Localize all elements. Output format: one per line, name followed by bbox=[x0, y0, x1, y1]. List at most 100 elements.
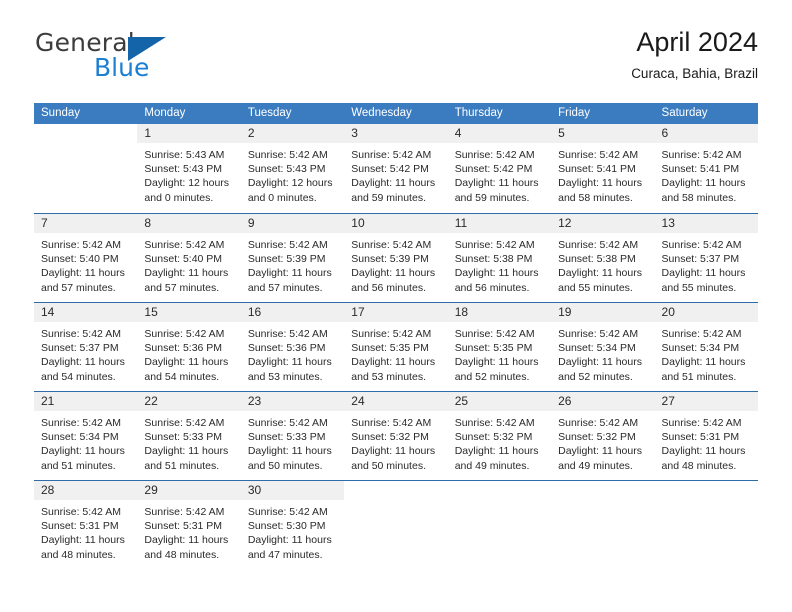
sunset-text: Sunset: 5:39 PM bbox=[351, 253, 429, 266]
day-cell[interactable]: 29 Sunrise: 5:42 AM Sunset: 5:31 PM Dayligh… bbox=[137, 481, 241, 569]
daylight-text: Daylight: 11 hours bbox=[144, 356, 229, 369]
logo-text-general: General bbox=[35, 28, 135, 57]
daylight-text: Daylight: 11 hours bbox=[454, 356, 539, 369]
daylight-text: Daylight: 11 hours bbox=[351, 445, 436, 458]
daylight-text: Daylight: 11 hours bbox=[41, 445, 125, 458]
sunset-text: Sunset: 5:40 PM bbox=[41, 253, 119, 266]
day-cell[interactable]: 28 Sunrise: 5:42 AM Sunset: 5:31 PM Dayligh… bbox=[34, 481, 138, 569]
day-number-band: 25 bbox=[447, 392, 552, 411]
sunset-text: Sunset: 5:36 PM bbox=[144, 342, 223, 355]
day-number-band: 11 bbox=[447, 214, 552, 233]
sunset-text: Sunset: 5:31 PM bbox=[41, 520, 119, 533]
day-number-band bbox=[551, 481, 654, 500]
day-number: 10 bbox=[351, 216, 365, 230]
day-details: Sunrise: 5:42 AM Sunset: 5:34 PM Daylight:… bbox=[551, 322, 654, 384]
daylight-text: Daylight: 11 hours bbox=[351, 356, 436, 369]
day-cell[interactable]: 15 Sunrise: 5:42 AM Sunset: 5:36 PM Dayligh… bbox=[137, 303, 241, 391]
sunrise-text: Sunrise: 5:42 AM bbox=[247, 149, 328, 161]
day-cell[interactable]: 24 Sunrise: 5:42 AM Sunset: 5:32 PM Dayligh… bbox=[344, 392, 448, 480]
day-details: Sunrise: 5:42 AM Sunset: 5:31 PM Daylight:… bbox=[655, 411, 758, 473]
daylight-minutes-text: and 58 minutes. bbox=[558, 191, 633, 204]
daylight-text: Daylight: 11 hours bbox=[247, 445, 332, 458]
day-cell[interactable]: 4 Sunrise: 5:42 AM Sunset: 5:42 PM Daylight… bbox=[447, 124, 552, 213]
general-blue-logo[interactable]: General Blue bbox=[34, 28, 264, 90]
day-number-band: 9 bbox=[240, 214, 345, 233]
daylight-text: Daylight: 11 hours bbox=[247, 267, 332, 280]
day-cell[interactable]: 17 Sunrise: 5:42 AM Sunset: 5:35 PM Dayligh… bbox=[344, 303, 448, 391]
day-cell[interactable]: 9 Sunrise: 5:42 AM Sunset: 5:39 PM Daylight… bbox=[240, 214, 345, 302]
day-number-band: 7 bbox=[34, 214, 138, 233]
day-details: Sunrise: 5:42 AM Sunset: 5:32 PM Daylight:… bbox=[551, 411, 654, 473]
day-number-band bbox=[448, 481, 551, 500]
day-cell[interactable]: 20 Sunrise: 5:42 AM Sunset: 5:34 PM Dayligh… bbox=[654, 303, 758, 391]
daylight-text: Daylight: 12 hours bbox=[144, 177, 230, 190]
day-cell[interactable]: 14 Sunrise: 5:42 AM Sunset: 5:37 PM Dayligh… bbox=[34, 303, 138, 391]
day-cell[interactable]: 6 Sunrise: 5:42 AM Sunset: 5:41 PM Daylight… bbox=[654, 124, 758, 213]
sunrise-text: Sunrise: 5:42 AM bbox=[247, 506, 328, 518]
day-cell[interactable]: 26 Sunrise: 5:42 AM Sunset: 5:32 PM Dayligh… bbox=[551, 392, 655, 480]
day-cell[interactable]: 2 Sunrise: 5:42 AM Sunset: 5:43 PM Daylight… bbox=[240, 124, 345, 213]
day-cell[interactable]: 7 Sunrise: 5:42 AM Sunset: 5:40 PM Daylight… bbox=[34, 214, 138, 302]
day-cell[interactable]: 21 Sunrise: 5:42 AM Sunset: 5:34 PM Dayligh… bbox=[34, 392, 138, 480]
sunrise-text: Sunrise: 5:42 AM bbox=[454, 149, 535, 161]
day-details bbox=[344, 500, 447, 505]
day-number-band: 24 bbox=[344, 392, 448, 411]
sunrise-text: Sunrise: 5:42 AM bbox=[558, 149, 639, 161]
day-cell[interactable]: 19 Sunrise: 5:42 AM Sunset: 5:34 PM Dayligh… bbox=[551, 303, 655, 391]
day-cell[interactable]: 22 Sunrise: 5:42 AM Sunset: 5:33 PM Dayligh… bbox=[137, 392, 241, 480]
day-details: Sunrise: 5:42 AM Sunset: 5:37 PM Daylight:… bbox=[34, 322, 137, 384]
sunrise-text: Sunrise: 5:42 AM bbox=[661, 328, 742, 340]
sunset-text: Sunset: 5:32 PM bbox=[558, 431, 636, 444]
day-cell[interactable]: 12 Sunrise: 5:42 AM Sunset: 5:38 PM Dayligh… bbox=[551, 214, 655, 302]
day-cell[interactable]: 1 Sunrise: 5:43 AM Sunset: 5:43 PM Daylight… bbox=[137, 124, 241, 213]
daylight-minutes-text: and 49 minutes. bbox=[558, 459, 633, 472]
day-details: Sunrise: 5:42 AM Sunset: 5:36 PM Daylight:… bbox=[137, 322, 240, 384]
daylight-text: Daylight: 11 hours bbox=[558, 445, 642, 458]
day-number: 3 bbox=[351, 126, 358, 140]
day-cell-empty bbox=[551, 481, 654, 569]
sunset-text: Sunset: 5:36 PM bbox=[247, 342, 326, 355]
sunrise-text: Sunrise: 5:42 AM bbox=[351, 328, 432, 340]
day-cell[interactable]: 3 Sunrise: 5:42 AM Sunset: 5:42 PM Daylight… bbox=[344, 124, 448, 213]
sunset-text: Sunset: 5:33 PM bbox=[247, 431, 326, 444]
day-number-band: 21 bbox=[34, 392, 138, 411]
day-cell[interactable]: 27 Sunrise: 5:42 AM Sunset: 5:31 PM Dayligh… bbox=[654, 392, 758, 480]
day-cell[interactable]: 10 Sunrise: 5:42 AM Sunset: 5:39 PM Dayligh… bbox=[344, 214, 448, 302]
day-details: Sunrise: 5:42 AM Sunset: 5:35 PM Daylight:… bbox=[344, 322, 447, 384]
daylight-minutes-text: and 47 minutes. bbox=[247, 548, 323, 561]
day-cell[interactable]: 16 Sunrise: 5:42 AM Sunset: 5:36 PM Dayligh… bbox=[240, 303, 345, 391]
sunset-text: Sunset: 5:35 PM bbox=[351, 342, 429, 355]
day-cell[interactable]: 11 Sunrise: 5:42 AM Sunset: 5:38 PM Dayligh… bbox=[447, 214, 552, 302]
day-number-band: 28 bbox=[34, 481, 138, 500]
day-details: Sunrise: 5:42 AM Sunset: 5:37 PM Daylight:… bbox=[655, 233, 758, 295]
calendar-week-row: 7 Sunrise: 5:42 AM Sunset: 5:40 PM Daylight… bbox=[34, 213, 758, 302]
day-details: Sunrise: 5:42 AM Sunset: 5:39 PM Daylight:… bbox=[344, 233, 447, 295]
daylight-text: Daylight: 11 hours bbox=[351, 267, 436, 280]
daylight-minutes-text: and 53 minutes. bbox=[351, 370, 426, 383]
daylight-text: Daylight: 11 hours bbox=[454, 177, 539, 190]
day-cell[interactable]: 30 Sunrise: 5:42 AM Sunset: 5:30 PM Dayligh… bbox=[240, 481, 345, 569]
day-details: Sunrise: 5:42 AM Sunset: 5:42 PM Daylight:… bbox=[344, 143, 447, 205]
day-number: 22 bbox=[144, 394, 158, 408]
daylight-text: Daylight: 11 hours bbox=[454, 445, 539, 458]
sunset-text: Sunset: 5:35 PM bbox=[454, 342, 533, 355]
day-number: 24 bbox=[351, 394, 365, 408]
day-number-band: 15 bbox=[137, 303, 241, 322]
sunrise-text: Sunrise: 5:42 AM bbox=[41, 506, 121, 518]
daylight-minutes-text: and 49 minutes. bbox=[454, 459, 530, 472]
day-cell[interactable]: 8 Sunrise: 5:42 AM Sunset: 5:40 PM Daylight… bbox=[137, 214, 241, 302]
day-number-band: 8 bbox=[137, 214, 241, 233]
day-cell[interactable]: 5 Sunrise: 5:42 AM Sunset: 5:41 PM Daylight… bbox=[551, 124, 655, 213]
day-cell[interactable]: 23 Sunrise: 5:42 AM Sunset: 5:33 PM Dayligh… bbox=[240, 392, 345, 480]
sunrise-text: Sunrise: 5:42 AM bbox=[144, 239, 225, 251]
sunset-text: Sunset: 5:34 PM bbox=[558, 342, 636, 355]
day-cell[interactable]: 18 Sunrise: 5:42 AM Sunset: 5:35 PM Dayligh… bbox=[447, 303, 552, 391]
day-cell[interactable]: 25 Sunrise: 5:42 AM Sunset: 5:32 PM Dayligh… bbox=[447, 392, 552, 480]
sunset-text: Sunset: 5:31 PM bbox=[661, 431, 740, 444]
day-details bbox=[448, 500, 551, 505]
day-cell[interactable]: 13 Sunrise: 5:42 AM Sunset: 5:37 PM Dayligh… bbox=[654, 214, 758, 302]
daylight-text: Daylight: 11 hours bbox=[661, 267, 746, 280]
sunset-text: Sunset: 5:43 PM bbox=[144, 163, 223, 176]
sunrise-text: Sunrise: 5:42 AM bbox=[661, 239, 742, 251]
day-number: 26 bbox=[558, 394, 572, 408]
